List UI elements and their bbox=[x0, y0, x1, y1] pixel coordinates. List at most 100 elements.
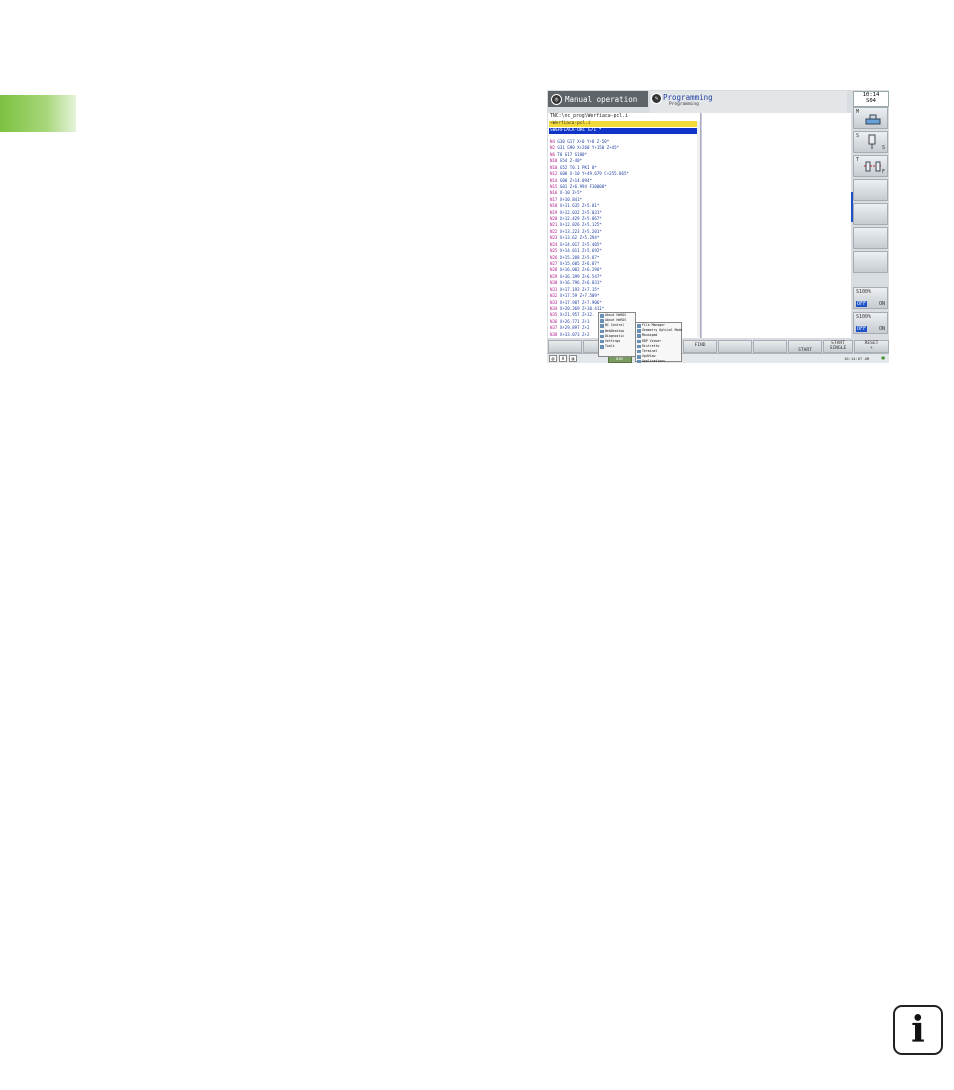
taskbar-icon-2[interactable]: A bbox=[559, 355, 567, 362]
softkey-r7[interactable] bbox=[853, 251, 888, 273]
softkey-r5[interactable] bbox=[853, 203, 888, 225]
menu-item-icon bbox=[600, 324, 604, 328]
spindle-override-button[interactable]: S100% OFF ON bbox=[853, 287, 888, 309]
block-content: X+16.796 Z+6.831* bbox=[559, 280, 602, 286]
block-number: N30 bbox=[550, 280, 558, 286]
override-label-a: S100% bbox=[856, 289, 872, 295]
block-number: N16 bbox=[550, 190, 558, 196]
block-number: N31 bbox=[550, 286, 558, 292]
softkey-1[interactable] bbox=[548, 340, 582, 353]
block-number: N14 bbox=[550, 177, 558, 183]
graphics-preview bbox=[701, 113, 851, 338]
spindle-icon bbox=[868, 134, 876, 149]
block-content: X-10 Z+5* bbox=[559, 190, 583, 196]
block-content: X+15.208 Z+5.87* bbox=[559, 254, 600, 260]
menu-item[interactable]: Applications bbox=[636, 359, 681, 363]
heros-logo-icon[interactable]: ✱ bbox=[881, 354, 885, 362]
s-function-button[interactable]: S S bbox=[853, 131, 888, 153]
m-function-button[interactable]: M bbox=[853, 107, 888, 129]
block-content: G54 Z-40* bbox=[559, 158, 583, 164]
start-softkey[interactable]: START bbox=[788, 340, 822, 353]
menu-item-icon bbox=[637, 344, 641, 349]
menu-item-label: Applications bbox=[642, 359, 666, 363]
mode-manual-operation[interactable]: ◎ Manual operation bbox=[548, 91, 648, 107]
block-content: G52 T0.1 PKI 0* bbox=[559, 164, 597, 170]
menu-item-label: Ristretto bbox=[642, 343, 660, 348]
mode-label: Manual operation bbox=[565, 94, 638, 104]
programming-mode-icon: ✎ bbox=[651, 93, 662, 104]
program-scrollbar[interactable] bbox=[697, 121, 700, 337]
menu-item-label: Mousepad bbox=[642, 333, 658, 338]
block-number: N21 bbox=[550, 222, 558, 228]
coolant-icon bbox=[865, 114, 881, 125]
block-content: X+29.897 Z+2 bbox=[559, 325, 590, 331]
menu-item-label: XpdView bbox=[642, 354, 656, 359]
taskbar-icon-1[interactable]: ▤ bbox=[549, 355, 557, 362]
menu-item-icon bbox=[637, 324, 641, 328]
block-content: X+17.193 Z+7.15* bbox=[559, 286, 600, 292]
menu-item-label: Settings bbox=[605, 338, 621, 343]
block-number: N12 bbox=[550, 171, 558, 177]
menu-item-label: About HeROS bbox=[605, 313, 627, 317]
block-content: X+16.399 Z+6.547* bbox=[559, 273, 602, 279]
block-content: X+33.073 Z+2 bbox=[559, 331, 590, 337]
menu-item-label: File Manager bbox=[642, 323, 666, 327]
block-content: X+16.002 Z+6.296* bbox=[559, 267, 602, 273]
program-file-line[interactable]: →Werfiaca-pcl.i bbox=[549, 121, 697, 127]
mode-subtitle: Programming bbox=[669, 102, 699, 107]
menu-item-label: Tools bbox=[605, 344, 615, 349]
start-single-softkey[interactable]: START SINGLE bbox=[823, 340, 853, 353]
softkey-r4[interactable] bbox=[853, 179, 888, 201]
block-content: G31 G90 X+260 Y+150 Z+45* bbox=[557, 145, 620, 151]
block-number: N25 bbox=[550, 248, 558, 254]
s-label-a: S bbox=[856, 133, 860, 139]
program-lines[interactable]: N4 G30 G17 X+0 Y+0 Z-50* N2 G31 G90 X+260… bbox=[550, 139, 629, 338]
reset-softkey[interactable]: RESET + bbox=[854, 340, 889, 353]
block-number: N29 bbox=[550, 273, 558, 279]
softkey-r6[interactable] bbox=[853, 227, 888, 249]
start-submenu[interactable]: File Manager Geometry Optical Mode Mousepa… bbox=[635, 322, 682, 363]
reset-label-b: + bbox=[870, 346, 873, 351]
taskbar-icon-3[interactable]: ▥ bbox=[569, 355, 577, 362]
menu-item-icon bbox=[637, 349, 641, 354]
block-content: X+21.957 Z+12. bbox=[559, 312, 595, 318]
override-on-a: ON bbox=[878, 301, 885, 307]
program-editor[interactable]: TNC:\nc_prog\Werfiaca-pcl.i →Werfiaca-pc… bbox=[548, 113, 701, 338]
menu-item-icon bbox=[637, 329, 641, 333]
menu-item-icon bbox=[600, 329, 604, 334]
find-label: FIND bbox=[694, 343, 706, 348]
menu-item-icon bbox=[600, 314, 604, 318]
clock-display: 10:14 S04 bbox=[853, 91, 889, 107]
softkey-6[interactable] bbox=[753, 340, 787, 353]
selected-block[interactable]: SWERFIACA-ORC G71 * bbox=[549, 128, 697, 134]
block-content: T0 G17 S100* bbox=[557, 151, 587, 157]
block-number: N22 bbox=[550, 228, 558, 234]
block-content: X+11.635 Z+5.01* bbox=[559, 203, 600, 209]
info-icon: i bbox=[893, 1005, 943, 1055]
block-number: N4 bbox=[550, 139, 555, 144]
m-label: M bbox=[856, 109, 860, 115]
block-number: N32 bbox=[550, 293, 558, 299]
t-function-button[interactable]: T F bbox=[853, 155, 888, 177]
menu-item-icon bbox=[637, 355, 641, 359]
block-number: N23 bbox=[550, 235, 558, 241]
start-single-label-b: SINGLE bbox=[829, 346, 847, 351]
menu-item-icon bbox=[600, 334, 604, 339]
block-number: N37 bbox=[550, 325, 558, 331]
block-number: N33 bbox=[550, 299, 558, 305]
block-number: N19 bbox=[550, 209, 558, 215]
softkey-5[interactable] bbox=[718, 340, 752, 353]
menu-item-label: RDP Viewer bbox=[642, 338, 662, 343]
block-number: N34 bbox=[550, 305, 558, 311]
program-path: TNC:\nc_prog\Werfiaca-pcl.i bbox=[550, 114, 628, 119]
info-glyph: i bbox=[911, 1009, 925, 1051]
operating-mode-icon: ◎ bbox=[551, 93, 562, 105]
s-label-b: S bbox=[881, 145, 885, 151]
menu-item-label: NC Control bbox=[605, 323, 625, 328]
menu-item[interactable]: Tools bbox=[599, 344, 635, 349]
start-menu[interactable]: About HeROS About HeROS NC Control WebDeskt… bbox=[598, 312, 636, 357]
menu-item-icon bbox=[637, 360, 641, 363]
find-softkey[interactable]: FIND bbox=[683, 340, 717, 353]
feed-override-button[interactable]: S100% OFF ON bbox=[853, 312, 888, 334]
mode-programming[interactable]: ✎ Programming Programming bbox=[650, 91, 847, 113]
